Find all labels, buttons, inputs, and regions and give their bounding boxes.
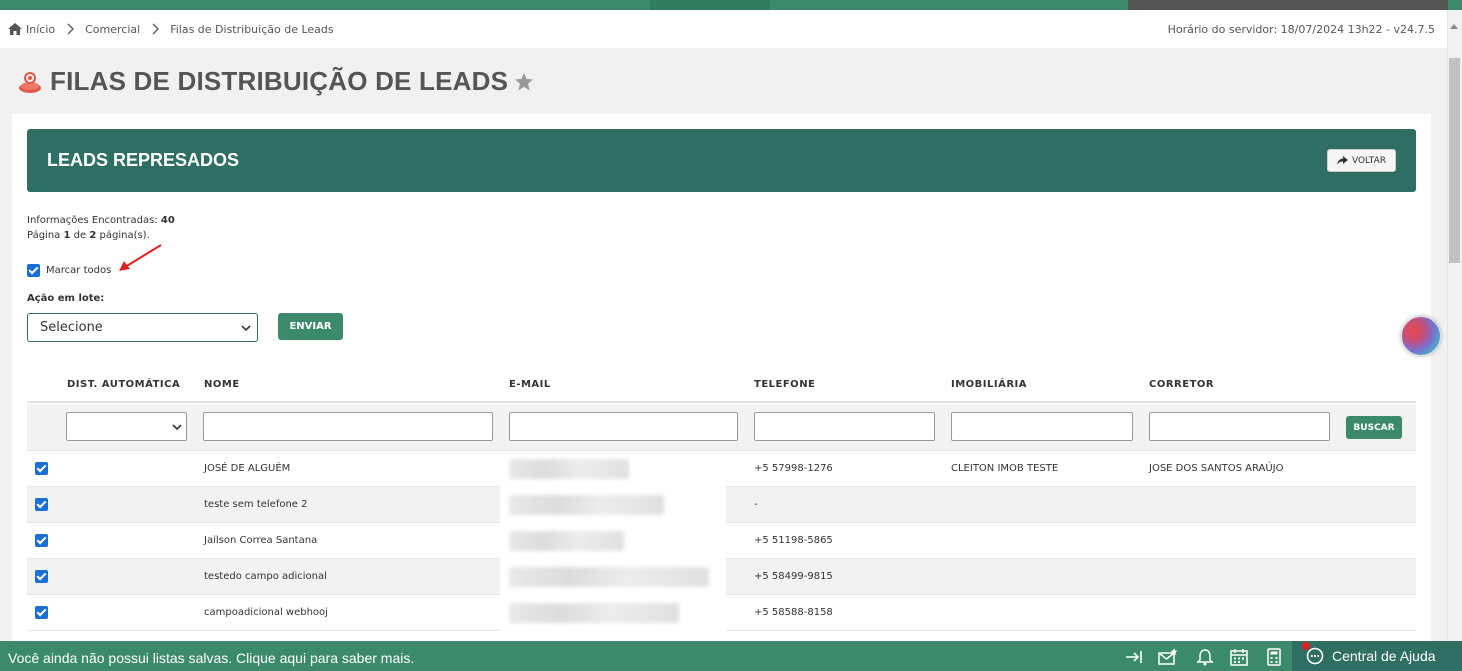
column-header-agency[interactable]: IMOBILIÁRIA xyxy=(951,379,1027,390)
help-center-label: Central de Ajuda xyxy=(1332,648,1436,664)
page-title: FILAS DE DISTRIBUIÇÃO DE LEADS xyxy=(50,66,509,96)
row-broker: JOSE DOS SANTOS ARAÚJO xyxy=(1149,463,1284,474)
scroll-up-arrow-icon[interactable] xyxy=(1450,24,1458,29)
help-center-button[interactable]: Central de Ajuda xyxy=(1292,641,1462,671)
batch-action-label: Ação em lote: xyxy=(27,293,105,304)
row-phone: +5 57998-1276 xyxy=(754,463,833,474)
row-checkbox[interactable] xyxy=(35,570,48,583)
row-name: testedo campo adicional xyxy=(204,571,327,582)
scrollbar-thumb[interactable] xyxy=(1449,58,1460,263)
lead-funnel-icon xyxy=(19,71,41,93)
server-time: Horário do servidor: 18/07/2024 13h22 - … xyxy=(1167,23,1435,36)
column-header-name[interactable]: NOME xyxy=(204,379,240,390)
page-title-block: FILAS DE DISTRIBUIÇÃO DE LEADS xyxy=(18,66,534,97)
batch-action-selected: Selecione xyxy=(40,320,103,335)
email-filter-input[interactable] xyxy=(509,412,738,441)
chevron-right-icon xyxy=(152,23,160,35)
found-label: Informações Encontradas: xyxy=(27,215,158,226)
star-icon[interactable] xyxy=(514,72,534,92)
page-word: Página xyxy=(27,230,61,241)
row-checkbox[interactable] xyxy=(35,606,48,619)
section-header: LEADS REPRESADOS VOLTAR xyxy=(27,129,1416,192)
table-row[interactable]: JOSÉ DE ALGUÉM +5 57998-1276 CLEITON IMO… xyxy=(27,451,1416,487)
send-button[interactable]: ENVIAR xyxy=(278,313,343,340)
calendar-icon[interactable] xyxy=(1229,648,1249,666)
bell-icon[interactable] xyxy=(1195,648,1215,666)
calculator-icon[interactable] xyxy=(1264,648,1284,666)
row-agency: CLEITON IMOB TESTE xyxy=(951,463,1059,474)
top-bar-stripe xyxy=(650,0,770,10)
dist-auto-filter-select[interactable] xyxy=(66,412,187,441)
column-header-broker[interactable]: CORRETOR xyxy=(1149,379,1214,390)
row-name: Jailson Correa Santana xyxy=(204,535,318,546)
breadcrumb-comercial[interactable]: Comercial xyxy=(85,23,140,36)
breadcrumb-home[interactable]: Início xyxy=(26,23,55,36)
email-redacted xyxy=(509,567,709,587)
row-name: JOSÉ DE ALGUÉM xyxy=(204,463,291,474)
column-header-email[interactable]: E-MAIL xyxy=(509,379,551,390)
email-redacted xyxy=(509,459,629,479)
back-button[interactable]: VOLTAR xyxy=(1327,149,1396,172)
search-button[interactable]: BUSCAR xyxy=(1346,416,1402,439)
table-row[interactable]: campoadicional webhooj +5 58588-8158 xyxy=(27,595,1416,631)
chat-bubble-icon xyxy=(1306,647,1324,665)
column-header-phone[interactable]: TELEFONE xyxy=(754,379,815,390)
table-row[interactable]: teste sem telefone 2 - xyxy=(27,487,1416,523)
row-phone: +5 58499-9815 xyxy=(754,571,833,582)
email-redacted xyxy=(509,495,664,515)
mark-all-checkbox[interactable] xyxy=(27,264,40,277)
assistant-orb-button[interactable] xyxy=(1401,316,1441,356)
broker-filter-input[interactable] xyxy=(1149,412,1330,441)
top-bar-dark-segment xyxy=(1128,0,1448,10)
page-total: 2 xyxy=(89,230,97,241)
breadcrumb: Início Comercial Filas de Distribuição d… xyxy=(0,10,1447,48)
agency-filter-input[interactable] xyxy=(951,412,1133,441)
chevron-right-icon xyxy=(67,23,75,35)
row-name: campoadicional webhooj xyxy=(204,607,328,618)
bottom-bar: Você ainda não possui listas salvas. Cli… xyxy=(0,641,1462,671)
home-icon[interactable] xyxy=(8,23,22,35)
email-redacted xyxy=(509,531,624,551)
share-arrow-icon xyxy=(1336,156,1348,165)
column-header-dist-auto[interactable]: DIST. AUTOMÁTICA xyxy=(67,379,180,390)
chevron-down-icon xyxy=(241,325,251,332)
row-phone: +5 58588-8158 xyxy=(754,607,833,618)
breadcrumb-current: Filas de Distribuição de Leads xyxy=(170,22,334,36)
mark-all-label[interactable]: Marcar todos xyxy=(46,265,111,276)
row-checkbox[interactable] xyxy=(35,534,48,547)
results-info: Informações Encontradas: 40 Página 1 de … xyxy=(27,213,175,243)
back-button-label: VOLTAR xyxy=(1351,155,1387,166)
phone-filter-input[interactable] xyxy=(754,412,935,441)
top-accent-bar xyxy=(0,0,1462,10)
notification-dot xyxy=(1302,642,1310,650)
chevron-down-icon xyxy=(172,424,182,431)
table-row[interactable]: Jailson Correa Santana +5 51198-5865 xyxy=(27,523,1416,559)
row-name: teste sem telefone 2 xyxy=(204,499,308,510)
email-redacted xyxy=(509,603,679,623)
pages-suffix: página(s). xyxy=(99,230,150,241)
page-current: 1 xyxy=(63,230,71,241)
table-header: DIST. AUTOMÁTICA NOME E-MAIL TELEFONE IM… xyxy=(27,367,1416,403)
of-word: de xyxy=(73,230,87,241)
row-checkbox[interactable] xyxy=(35,462,48,475)
mail-star-icon[interactable] xyxy=(1158,648,1178,666)
section-title: LEADS REPRESADOS xyxy=(47,150,240,170)
collapse-right-icon[interactable] xyxy=(1124,648,1144,666)
row-checkbox[interactable] xyxy=(35,498,48,511)
filter-row: BUSCAR xyxy=(27,404,1416,451)
annotation-arrow-icon xyxy=(119,244,162,271)
batch-action-select[interactable]: Selecione xyxy=(27,313,258,342)
row-phone: - xyxy=(754,499,758,510)
saved-lists-message[interactable]: Você ainda não possui listas salvas. Cli… xyxy=(8,650,414,666)
row-phone: +5 51198-5865 xyxy=(754,535,833,546)
content-card: LEADS REPRESADOS VOLTAR Informações Enco… xyxy=(12,114,1431,644)
name-filter-input[interactable] xyxy=(203,412,493,441)
found-count: 40 xyxy=(160,215,175,226)
mark-all-toggle[interactable]: Marcar todos xyxy=(27,264,111,277)
table-row[interactable]: testedo campo adicional +5 58499-9815 xyxy=(27,559,1416,595)
